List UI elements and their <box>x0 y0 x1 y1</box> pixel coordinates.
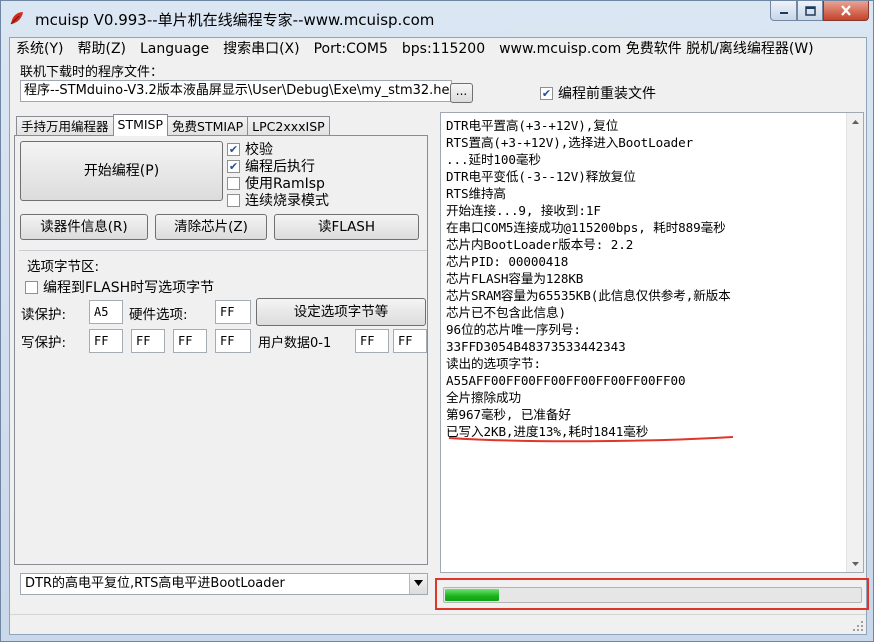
reload-file-label: 编程前重装文件 <box>558 86 656 102</box>
main-window: mcuisp V0.993--单片机在线编程专家--www.mcuisp.com… <box>0 0 874 642</box>
status-bar <box>10 614 866 634</box>
arrow-down-icon <box>852 562 859 566</box>
menu-website[interactable]: www.mcuisp.com 免费软件 脱机/离线编程器(W) <box>492 38 821 60</box>
write-protect-field-3[interactable]: FF <box>215 329 251 353</box>
hw-option-label: 硬件选项: <box>129 307 188 323</box>
menu-baud-rate[interactable]: bps:115200 <box>395 38 492 60</box>
set-option-bytes-button[interactable]: 设定选项字节等 <box>256 298 426 326</box>
log-scrollbar[interactable] <box>846 113 863 572</box>
tab-strip: 手持万用编程器 STMISP 免费STMIAP LPC2xxxISP <box>16 114 330 136</box>
tab-stmisp[interactable]: STMISP <box>112 114 169 136</box>
log-line: 芯片SRAM容量为65535KB(此信息仅供参考,新版本 <box>446 288 731 303</box>
log-line: 全片擦除成功 <box>446 390 521 405</box>
client-area: 系统(Y) 帮助(Z) Language 搜索串口(X) Port:COM5 b… <box>9 37 869 635</box>
maximize-button[interactable] <box>797 1 823 21</box>
red-leaf-icon <box>10 12 23 25</box>
window-title: mcuisp V0.993--单片机在线编程专家--www.mcuisp.com <box>35 11 435 29</box>
write-protect-field-1[interactable]: FF <box>131 329 165 353</box>
close-icon <box>841 5 851 16</box>
tab-stmiap[interactable]: 免费STMIAP <box>167 116 249 136</box>
write-option-bytes-option[interactable]: 编程到FLASH时写选项字节 <box>25 277 214 297</box>
close-button[interactable] <box>823 1 869 21</box>
read-protect-label: 读保护: <box>21 307 67 323</box>
menu-help[interactable]: 帮助(Z) <box>70 38 133 60</box>
chevron-down-icon <box>414 580 423 586</box>
log-line: 96位的芯片唯一序列号: <box>446 322 581 337</box>
user-data-field-0[interactable]: FF <box>355 329 389 353</box>
red-underline-annotation <box>448 436 734 443</box>
log-line: 33FFD3054B48373533442343 <box>446 339 626 354</box>
log-line: 芯片PID: 00000418 <box>446 254 569 269</box>
progress-highlight-box <box>435 578 869 610</box>
minimize-button[interactable] <box>770 1 797 21</box>
log-line: RTS维持高 <box>446 186 506 201</box>
option-bytes-title: 选项字节区: <box>27 259 100 275</box>
write-option-bytes-label: 编程到FLASH时写选项字节 <box>43 280 215 296</box>
programming-progress-bar <box>443 587 862 603</box>
arrow-up-icon <box>852 120 859 124</box>
hw-option-field[interactable]: FF <box>215 300 251 324</box>
user-data-field-1[interactable]: FF <box>393 329 427 353</box>
boot-mode-select[interactable]: DTR的高电平复位,RTS高电平进BootLoader <box>20 573 428 595</box>
tab-lpc2xxxisp[interactable]: LPC2xxxISP <box>247 116 330 136</box>
scroll-down-button[interactable] <box>847 555 864 572</box>
menu-port[interactable]: Port:COM5 <box>307 38 395 60</box>
read-protect-field[interactable]: A5 <box>89 300 123 324</box>
ramisp-checkbox[interactable] <box>227 176 240 190</box>
start-programming-button[interactable]: 开始编程(P) <box>20 141 223 201</box>
menu-search-port[interactable]: 搜索串口(X) <box>216 38 307 60</box>
run-after-checkbox[interactable]: ✔ <box>227 159 240 173</box>
log-line: ...延时100毫秒 <box>446 152 541 167</box>
menu-system[interactable]: 系统(Y) <box>10 38 70 60</box>
write-protect-field-0[interactable]: FF <box>89 329 123 353</box>
write-protect-label: 写保护: <box>21 335 67 351</box>
minimize-icon <box>779 11 788 14</box>
log-line: 第967毫秒, 已准备好 <box>446 407 571 422</box>
maximize-icon <box>804 5 816 16</box>
dropdown-arrow-button[interactable] <box>409 574 427 594</box>
resize-grip-icon[interactable] <box>852 620 864 632</box>
progress-fill <box>445 589 499 601</box>
read-device-info-button[interactable]: 读器件信息(R) <box>20 214 148 240</box>
program-file-label: 联机下载时的程序文件： <box>20 65 164 80</box>
tab-handheld-programmer[interactable]: 手持万用编程器 <box>16 116 114 136</box>
write-option-bytes-checkbox[interactable] <box>25 280 38 294</box>
continuous-checkbox[interactable] <box>227 193 240 207</box>
browse-file-button[interactable]: ... <box>450 83 473 103</box>
title-bar[interactable]: mcuisp V0.993--单片机在线编程专家--www.mcuisp.com <box>1 1 873 37</box>
log-line: 开始连接...9, 接收到:1F <box>446 203 601 218</box>
verify-checkbox[interactable]: ✔ <box>227 142 240 156</box>
read-flash-button[interactable]: 读FLASH <box>274 214 419 240</box>
log-line: 读出的选项字节: <box>446 356 541 371</box>
menu-language[interactable]: Language <box>133 38 216 60</box>
log-line: 芯片已不包含此信息) <box>446 305 566 320</box>
boot-mode-value: DTR的高电平复位,RTS高电平进BootLoader <box>25 576 285 591</box>
log-line: 芯片FLASH容量为128KB <box>446 271 584 286</box>
option-continuous[interactable]: 连续烧录模式 <box>227 190 329 210</box>
reload-file-option[interactable]: ✔ 编程前重装文件 <box>540 83 656 103</box>
continuous-label: 连续烧录模式 <box>245 193 329 209</box>
log-line: 芯片内BootLoader版本号: 2.2 <box>446 237 634 252</box>
scroll-up-button[interactable] <box>847 113 864 130</box>
write-protect-field-2[interactable]: FF <box>173 329 207 353</box>
program-file-path-field[interactable]: 程序--STMduino-V3.2版本液晶屏显示\User\Debug\Exe\… <box>20 80 452 102</box>
log-line: DTR电平置高(+3-+12V),复位 <box>446 118 619 133</box>
stmisp-panel: 开始编程(P) ✔ 校验 ✔ 编程后执行 使用RamIsp 连续烧录模式 读器件… <box>14 135 428 565</box>
user-data-label: 用户数据0-1 <box>258 336 332 351</box>
log-line: 在串口COM5连接成功@115200bps, 耗时889毫秒 <box>446 220 726 235</box>
log-lines: DTR电平置高(+3-+12V),复位 RTS置高(+3-+12V),选择进入B… <box>446 117 841 440</box>
option-bytes-group: 选项字节区: 编程到FLASH时写选项字节 读保护: A5 硬件选项: FF 设… <box>19 250 427 360</box>
log-output[interactable]: DTR电平置高(+3-+12V),复位 RTS置高(+3-+12V),选择进入B… <box>440 112 864 573</box>
log-line: RTS置高(+3-+12V),选择进入BootLoader <box>446 135 694 150</box>
log-line: DTR电平变低(-3--12V)释放复位 <box>446 169 636 184</box>
menu-bar: 系统(Y) 帮助(Z) Language 搜索串口(X) Port:COM5 b… <box>10 38 866 60</box>
erase-chip-button[interactable]: 清除芯片(Z) <box>155 214 267 240</box>
reload-file-checkbox[interactable]: ✔ <box>540 86 553 100</box>
log-line: A55AFF00FF00FF00FF00FF00FF00FF00 <box>446 373 686 388</box>
